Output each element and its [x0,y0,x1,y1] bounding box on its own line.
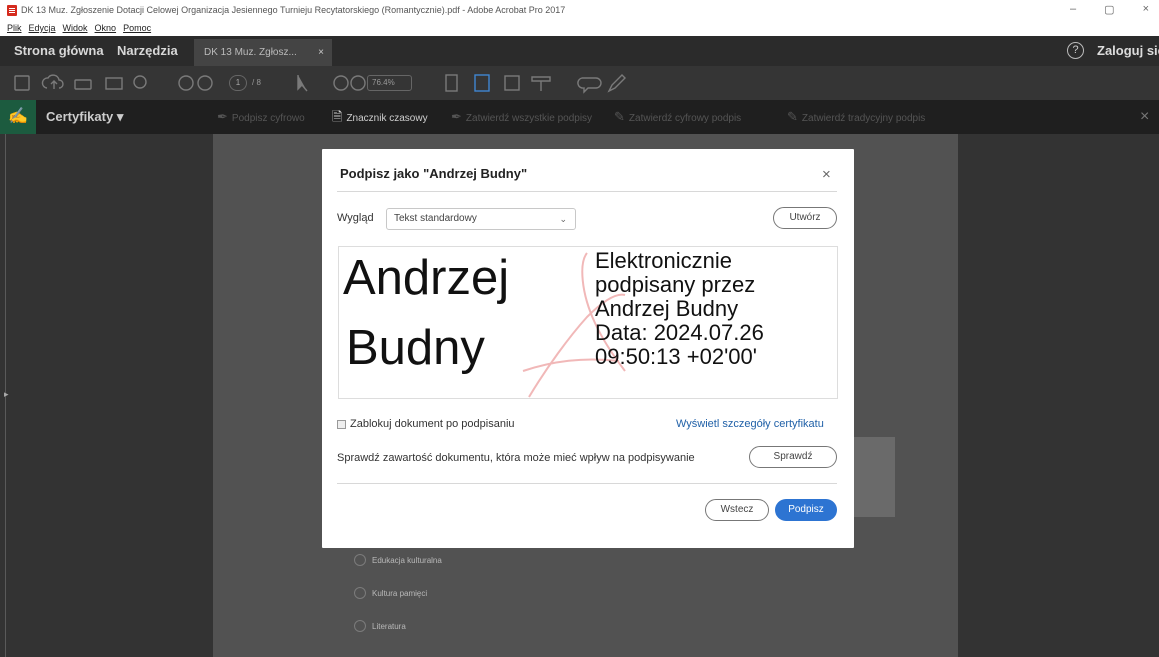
validate-digital-icon: ✎ [614,109,625,124]
menu-help[interactable]: Pomoc [123,23,151,33]
certificates-title: Certyfikaty [46,109,114,124]
help-icon[interactable]: ? [1067,42,1084,59]
validate-traditional-button[interactable]: ✎ Zatwierdź tradycyjny podpis [787,100,925,134]
sign-button[interactable]: Podpisz [775,499,837,521]
page-down-icon [197,75,213,91]
validate-all-button[interactable]: ✒ Zatwierdź wszystkie podpisy [451,100,592,134]
signature-info-line: podpisany przez [595,272,756,297]
zoom-out-icon [333,75,349,91]
menu-window[interactable]: Okno [95,23,117,33]
expand-left-panel-icon[interactable]: ▸ [4,389,9,400]
scroll-mode-icon [474,74,490,92]
signature-info-line: Elektronicznie [595,248,732,273]
window-title: DK 13 Muz. Zgłoszenie Dotacji Celowej Or… [21,5,566,15]
certificate-details-link[interactable]: Wyświetl szczegóły certyfikatu [676,418,824,430]
close-certificates-icon[interactable]: × [1140,100,1149,134]
appearance-select[interactable]: Tekst standardowy ⌄ [386,208,576,230]
window-controls: – ▢ × [1070,3,1149,16]
select-arrow-icon [297,75,308,92]
save-icon [14,75,30,91]
menu-file[interactable]: Plik [7,23,22,33]
sign-pen-icon: ✒ [217,109,228,124]
validate-digital-label: Zatwierdź cyfrowy podpis [628,113,742,124]
divider [337,483,837,484]
check-content-text: Sprawdź zawartość dokumentu, która może … [337,452,695,464]
radio-circle-icon [354,620,366,632]
digital-sign-button[interactable]: ✒ Podpisz cyfrowo [217,100,305,134]
appearance-label: Wygląd [337,212,374,224]
document-option-row[interactable]: Literatura [354,620,406,632]
validate-all-label: Zatwierdź wszystkie podpisy [465,113,593,124]
read-mode-icon [531,76,551,91]
lock-document-label: Zablokuj dokument po podpisaniu [350,418,515,430]
tab-document[interactable]: DK 13 Muz. Zgłosz... × [194,39,332,66]
menu-bar: Plik Edycja Widok Okno Pomoc [0,20,1159,36]
signature-preview: Andrzej Budny Elektronicznie podpisany p… [338,246,838,399]
zoom-select[interactable]: 76.4% [367,75,412,91]
main-toolbar [0,66,1159,100]
document-option-row[interactable]: Edukacja kulturalna [354,554,442,566]
document-option-row[interactable]: Kultura pamięci [354,587,427,599]
validate-traditional-icon: ✎ [787,109,798,124]
tab-tools[interactable]: Narzędzia [117,36,178,66]
timestamp-button[interactable]: 🗎 Znacznik czasowy [332,100,428,134]
fit-page-icon [445,74,458,92]
back-button[interactable]: Wstecz [705,499,769,521]
tabs-bar: Strona główna Narzędzia DK 13 Muz. Zgłos… [0,36,1159,66]
comment-icon [577,77,602,94]
timestamp-label: Znacznik czasowy [346,113,428,124]
certificates-pen-icon: ✍ [0,100,36,134]
check-button[interactable]: Sprawdź [749,446,837,468]
window-title-bar: DK 13 Muz. Zgłoszenie Dotacji Celowej Or… [0,0,1159,20]
tab-close-icon[interactable]: × [318,39,324,66]
validate-all-icon: ✒ [451,109,462,124]
appearance-value: Tekst standardowy [394,213,477,224]
menu-view[interactable]: Widok [63,23,88,33]
signature-info-line: Data: 2024.07.26 [595,320,764,345]
toolbar-icons [14,74,626,94]
signature-name-line2: Budny [346,321,485,375]
timestamp-icon: 🗎 [332,109,343,124]
minimize-button[interactable]: – [1070,3,1076,16]
signature-info-line: 09:50:13 +02'00' [595,344,757,369]
full-screen-icon [504,75,520,91]
chevron-down-icon: ⌄ [559,214,567,224]
tab-home[interactable]: Strona główna [14,36,104,66]
lock-document-checkbox[interactable] [337,419,346,429]
tab-document-label: DK 13 Muz. Zgłosz... [204,47,297,58]
document-option-label: Edukacja kulturalna [372,555,442,565]
page-up-icon [178,75,194,91]
highlight-pen-icon [607,74,626,93]
sign-in-link[interactable]: Zaloguj się [1097,36,1159,66]
search-icon [133,75,147,89]
email-icon [105,77,123,90]
certificates-menu[interactable]: Certyfikaty ▾ [46,100,123,134]
validate-digital-button[interactable]: ✎ Zatwierdź cyfrowy podpis [614,100,741,134]
certificates-bar: ✍ Certyfikaty ▾ ✒ Podpisz cyfrowo 🗎 Znaczn… [0,100,1159,134]
lock-document-option[interactable]: Zablokuj dokument po podpisaniu [337,418,515,430]
digital-sign-label: Podpisz cyfrowo [231,113,305,124]
maximize-button[interactable]: ▢ [1104,3,1114,16]
validate-traditional-label: Zatwierdź tradycyjny podpis [801,113,926,124]
close-window-button[interactable]: × [1143,3,1149,16]
dialog-close-icon[interactable]: × [822,166,831,183]
radio-circle-icon [354,554,366,566]
create-button[interactable]: Utwórz [773,207,837,229]
radio-circle-icon [354,587,366,599]
document-option-label: Kultura pamięci [372,588,428,598]
menu-edit[interactable]: Edycja [29,23,56,33]
upload-icon [41,74,64,89]
acrobat-pdf-icon [7,4,17,16]
signature-info: Elektronicznie podpisany przez Andrzej B… [595,249,764,369]
sign-dialog: Podpisz jako "Andrzej Budny" × Wygląd Te… [322,149,854,548]
page-count: / 8 [252,78,261,87]
divider [337,191,837,192]
page-number-input[interactable]: 1 [229,75,247,91]
dialog-title: Podpisz jako "Andrzej Budny" [340,166,528,181]
zoom-in-icon [350,75,366,91]
signature-name-line1: Andrzej [343,251,510,305]
document-option-label: Literatura [372,621,406,631]
signature-info-line: Andrzej Budny [595,296,739,321]
print-icon [74,79,92,90]
